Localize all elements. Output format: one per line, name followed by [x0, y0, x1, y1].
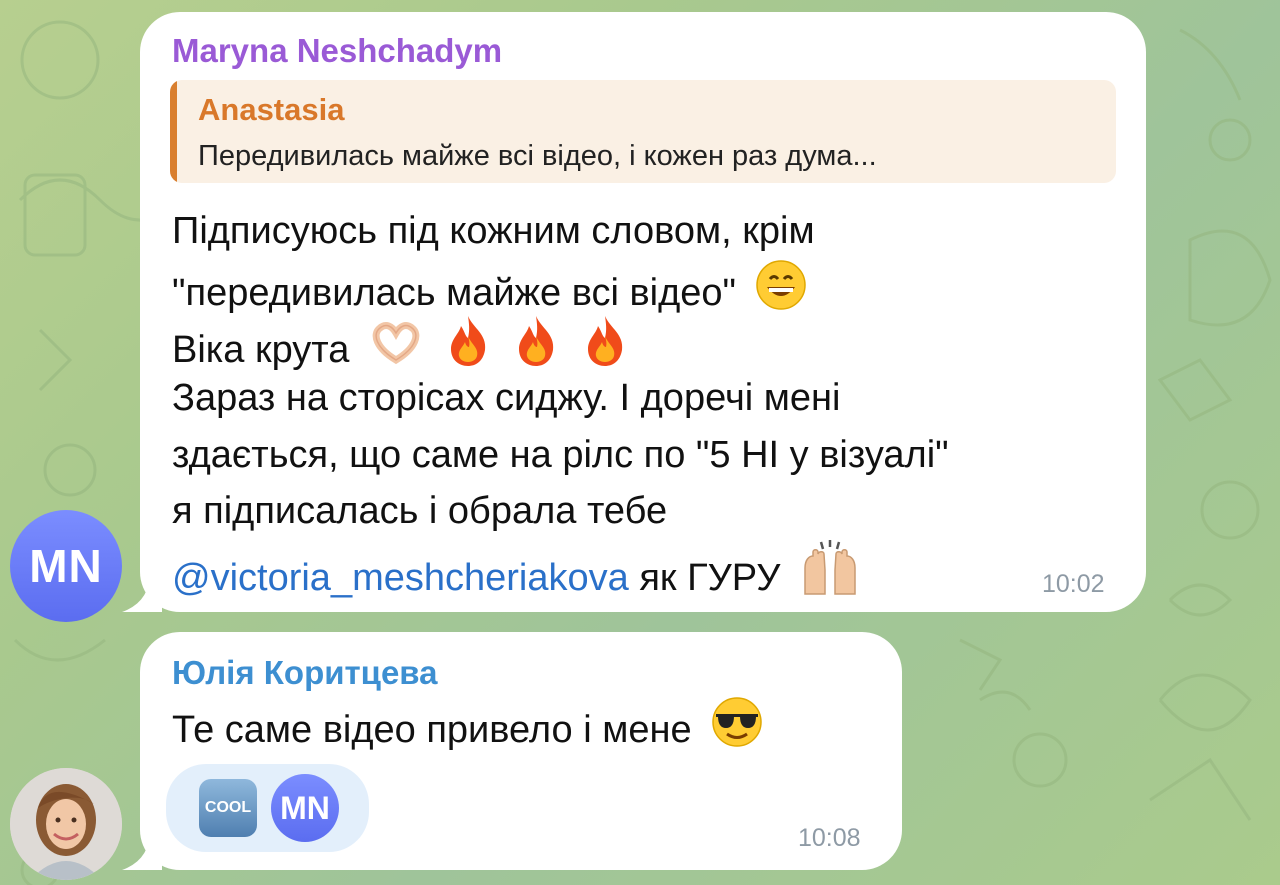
reactor-avatar: MN — [271, 774, 339, 842]
message-line: Те саме відео привело і мене — [172, 696, 764, 758]
mention-link[interactable]: @victoria_meshcheriakova — [172, 557, 629, 599]
reply-text: Передивилась майже всі відео, і кожен ра… — [198, 140, 877, 172]
message-line-text: "передивилась майже всі відео" — [172, 272, 737, 314]
message-line-text: як ГУРУ — [628, 557, 781, 599]
message-line: Віка крута — [172, 314, 630, 378]
reply-quote[interactable]: Anastasia Передивилась майже всі відео, … — [170, 80, 1116, 183]
sunglasses-face-icon — [712, 697, 762, 747]
reaction-pill[interactable]: COOL MN — [166, 764, 369, 852]
avatar[interactable] — [10, 768, 122, 880]
cool-badge-text: COOL — [204, 799, 252, 816]
avatar[interactable]: MN — [10, 510, 122, 622]
message-line: здається, що саме на рілс по "5 НІ у віз… — [172, 434, 949, 476]
reply-bar — [170, 80, 177, 183]
reply-author: Anastasia — [198, 92, 345, 127]
message-line-text: Віка крута — [172, 329, 350, 371]
cool-icon: COOL — [199, 779, 257, 837]
heart-hands-icon — [372, 322, 420, 365]
fire-icon — [519, 316, 554, 366]
message-line: я підписалась і обрала тебе — [172, 490, 668, 532]
message-time: 10:02 — [1042, 570, 1105, 598]
message-time: 10:08 — [798, 824, 861, 852]
message-line: @victoria_meshcheriakova як ГУРУ — [172, 540, 861, 606]
profile-photo — [10, 768, 122, 880]
sender-name[interactable]: Юлія Коритцева — [172, 654, 438, 692]
message-line-text: Те саме відео привело і мене — [172, 709, 692, 751]
fire-icon — [450, 316, 485, 366]
message-line: "передивилась майже всі відео" — [172, 259, 807, 321]
fire-icon — [587, 316, 622, 366]
message-line: Зараз на сторісах сиджу. І доречі мені — [172, 377, 841, 419]
raising-hands-icon — [804, 540, 856, 595]
avatar-initials: MN — [29, 540, 103, 592]
reactor-initials: MN — [280, 789, 330, 826]
sender-name[interactable]: Maryna Neshchadym — [172, 32, 502, 70]
grinning-face-icon — [755, 260, 806, 310]
message-line: Підписуюсь під кожним словом, крім — [172, 210, 815, 252]
